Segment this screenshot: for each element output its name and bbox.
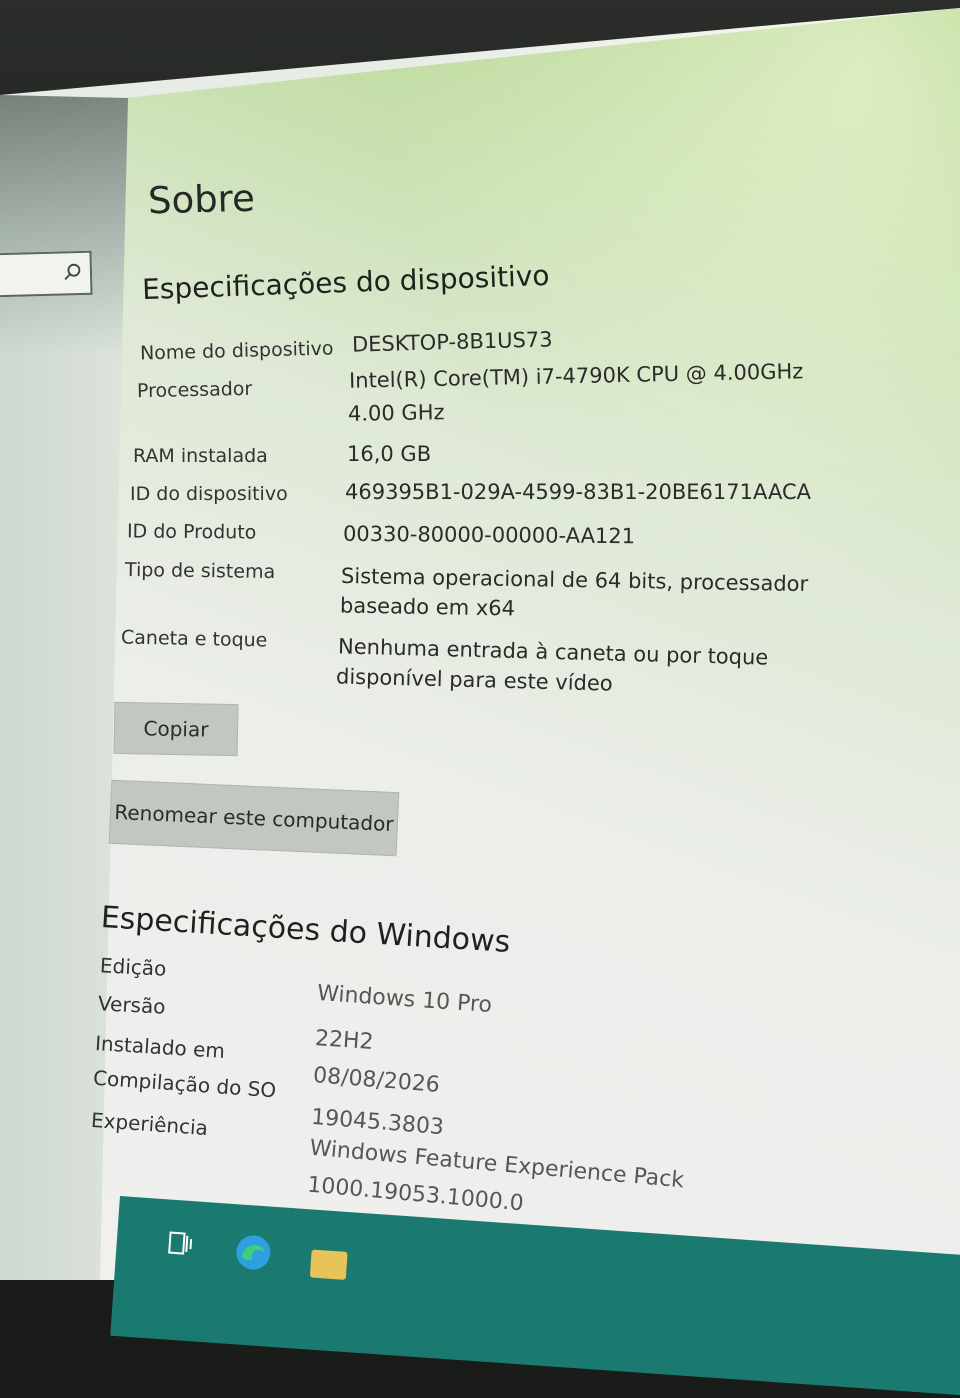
page-title: Sobre <box>147 176 256 223</box>
spec-value-processor-speed: 4.00 GHz <box>347 400 445 426</box>
win-value-experience-2: 1000.19053.1000.0 <box>306 1172 525 1217</box>
spec-label-pen-touch: Caneta e toque <box>120 626 268 652</box>
about-page: Sobre Especificações do dispositivo Nome… <box>0 0 960 1398</box>
win-label-experience: Experiência <box>90 1107 209 1141</box>
win-value-edition: Windows 10 Pro <box>316 980 493 1019</box>
win-label-version: Versão <box>97 991 167 1019</box>
spec-value-device-name: DESKTOP-8B1US73 <box>351 327 553 357</box>
win-value-installed: 08/08/2026 <box>312 1063 441 1098</box>
file-explorer-icon[interactable] <box>309 1249 348 1280</box>
rename-pc-button[interactable]: Renomear este computador <box>108 779 400 857</box>
win-value-version: 22H2 <box>314 1025 375 1056</box>
spec-value-system-type: Sistema operacional de 64 bits, processa… <box>340 563 809 597</box>
win-label-installed: Instalado em <box>94 1031 226 1063</box>
spec-label-processor: Processador <box>136 377 253 403</box>
win-value-build: 19045.3803 <box>310 1104 445 1141</box>
windows-specs-heading: Especificações do Windows <box>99 900 512 960</box>
taskbar <box>110 1196 960 1398</box>
spec-value-pen-touch-2: disponível para este vídeo <box>335 664 613 696</box>
spec-label-product-id: ID do Produto <box>126 520 257 544</box>
spec-label-ram: RAM instalada <box>133 445 268 467</box>
spec-label-device-name: Nome do dispositivo <box>139 337 334 365</box>
win-label-build: Compilação do SO <box>92 1065 277 1103</box>
spec-label-system-type: Tipo de sistema <box>124 558 276 584</box>
spec-label-device-id: ID do dispositivo <box>130 483 288 505</box>
edge-icon[interactable] <box>233 1232 274 1273</box>
device-specs-heading: Especificações do dispositivo <box>141 258 551 307</box>
spec-value-product-id: 00330-80000-00000-AA121 <box>342 521 636 549</box>
win-label-edition: Edição <box>99 953 167 981</box>
spec-value-system-type-2: baseado em x64 <box>339 593 516 621</box>
spec-value-ram: 16,0 GB <box>347 442 432 466</box>
spec-value-device-id: 469395B1-029A-4599-83B1-20BE6171AACA <box>345 480 811 504</box>
spec-value-processor: Intel(R) Core(TM) i7-4790K CPU @ 4.00GHz <box>348 359 804 393</box>
spec-value-pen-touch: Nenhuma entrada à caneta ou por toque <box>337 634 769 670</box>
task-view-icon[interactable] <box>166 1229 194 1257</box>
copy-button[interactable]: Copiar <box>113 701 239 757</box>
